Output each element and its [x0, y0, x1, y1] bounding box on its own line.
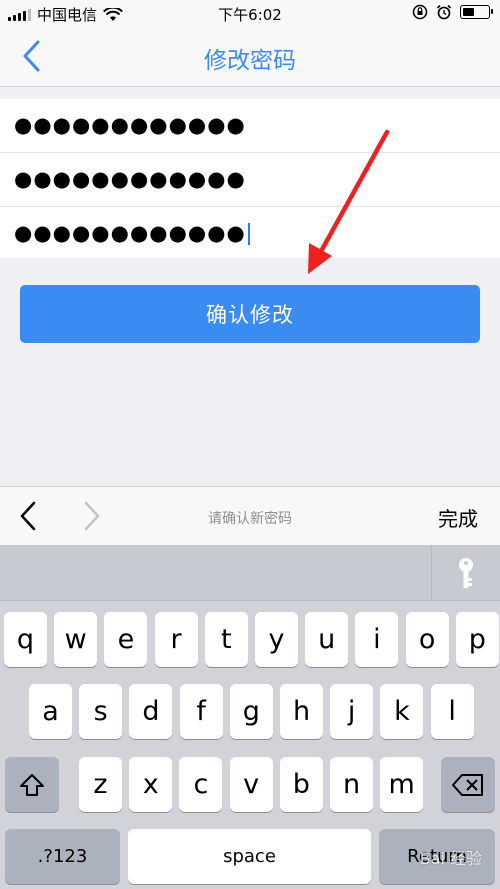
backspace-icon [452, 773, 483, 796]
status-bar: 中国电信 下午6:02 [0, 0, 500, 28]
battery-level [463, 8, 474, 16]
shift-icon [20, 773, 44, 796]
key-p[interactable]: p [455, 612, 499, 667]
key-m[interactable]: m [380, 757, 424, 812]
key-w[interactable]: w [54, 612, 98, 667]
key-n[interactable]: n [330, 757, 373, 812]
key-s[interactable]: s [79, 684, 123, 739]
key-l[interactable]: l [430, 684, 474, 739]
key-i[interactable]: i [355, 612, 399, 667]
keyboard-suggestion-bar [0, 545, 500, 601]
alarm-icon [436, 4, 452, 20]
keyboard-accessory-bar: 请确认新密码 完成 [0, 486, 500, 546]
confirm-password-value: ●●●●●●●●●●●● [14, 221, 246, 245]
key-u[interactable]: u [305, 612, 349, 667]
key-h[interactable]: h [280, 684, 323, 739]
baidu-watermark: Bai 经验 [420, 845, 482, 869]
current-password-value: ●●●●●●●●●●●● [14, 113, 246, 137]
orientation-lock-icon [412, 4, 428, 20]
shift-key[interactable] [5, 757, 59, 812]
watermark-text: Bai 经验 [419, 849, 482, 868]
navigation-bar: 修改密码 [0, 28, 500, 87]
numbers-key[interactable]: .?123 [5, 829, 120, 884]
battery-icon [460, 5, 493, 19]
key-e[interactable]: e [104, 612, 148, 667]
key-v[interactable]: v [229, 757, 273, 812]
new-password-value: ●●●●●●●●●●●● [14, 167, 246, 191]
key-x[interactable]: x [129, 757, 173, 812]
key-c[interactable]: c [179, 757, 223, 812]
key-a[interactable]: a [29, 684, 72, 739]
key-r[interactable]: r [154, 612, 198, 667]
confirm-change-button[interactable]: 确认修改 [20, 285, 480, 343]
text-cursor [247, 223, 250, 245]
key-o[interactable]: o [405, 612, 449, 667]
key-f[interactable]: f [179, 684, 223, 739]
key-q[interactable]: q [4, 612, 47, 667]
keyboard: .?123 space Return qwertyuiopasdfghjklzx… [0, 545, 500, 889]
field-hint: 请确认新密码 [208, 511, 292, 527]
space-key[interactable]: space [128, 829, 371, 884]
password-autofill-button[interactable] [431, 545, 500, 600]
key-t[interactable]: t [204, 612, 248, 667]
key-j[interactable]: j [330, 684, 374, 739]
password-form: ●●●●●●●●●●●● ●●●●●●●●●●●● ●●●●●●●●●●●● [0, 99, 500, 258]
key-d[interactable]: d [129, 684, 173, 739]
confirm-password-field[interactable]: ●●●●●●●●●●●● [0, 207, 500, 260]
new-password-field[interactable]: ●●●●●●●●●●●● [0, 153, 500, 207]
key-g[interactable]: g [229, 684, 273, 739]
key-z[interactable]: z [79, 757, 122, 812]
key-icon [459, 558, 473, 588]
key-k[interactable]: k [380, 684, 424, 739]
key-y[interactable]: y [255, 612, 298, 667]
page-title: 修改密码 [204, 48, 296, 74]
key-b[interactable]: b [279, 757, 323, 812]
done-button[interactable]: 完成 [438, 503, 478, 532]
delete-key[interactable] [441, 757, 495, 812]
current-password-field[interactable]: ●●●●●●●●●●●● [0, 99, 500, 153]
